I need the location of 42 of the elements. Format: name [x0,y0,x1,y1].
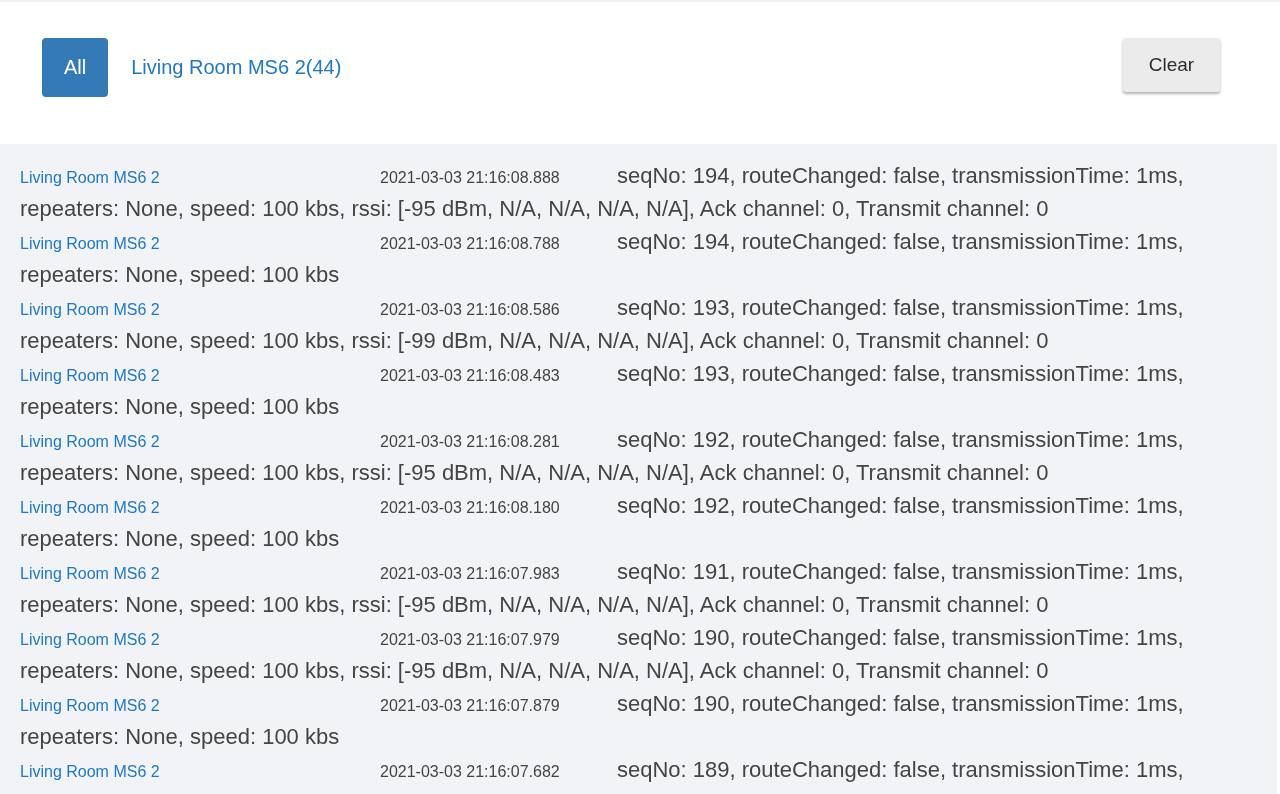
log-message: seqNo: 191, routeChanged: false, transmissionTime: 1ms, [617,559,1184,584]
log-message: repeaters: None, speed: 100 kbs, rssi: [-95 dBm, N/A, N/A, N/A, N/A], Ack channel: 0, Transmit channel: 0 [20,196,1049,221]
log-message: seqNo: 194, routeChanged: false, transmissionTime: 1ms, [617,229,1184,254]
timestamp: 2021-03-03 21:16:07.682 [380,763,560,780]
clear-button[interactable]: Clear [1123,38,1220,92]
log-message: repeaters: None, speed: 100 kbs [20,526,340,551]
log-message: seqNo: 192, routeChanged: false, transmissionTime: 1ms, [617,427,1184,452]
log-message: seqNo: 194, routeChanged: false, transmissionTime: 1ms, [617,163,1184,188]
timestamp: 2021-03-03 21:16:07.983 [380,565,560,582]
log-message: seqNo: 192, routeChanged: false, transmissionTime: 1ms, [617,493,1184,518]
log-message: seqNo: 193, routeChanged: false, transmissionTime: 1ms, [617,361,1184,386]
device-link[interactable]: Living Room MS6 2 [20,169,160,186]
timestamp: 2021-03-03 21:16:08.180 [380,499,560,516]
timestamp: 2021-03-03 21:16:08.788 [380,235,560,252]
log-message: repeaters: None, speed: 100 kbs, rssi: [-95 dBm, N/A, N/A, N/A, N/A], Ack channel: 0, Transmit channel: 0 [20,658,1049,683]
timestamp: 2021-03-03 21:16:08.888 [380,169,560,186]
device-link[interactable]: Living Room MS6 2 [20,433,160,450]
log-message: repeaters: None, speed: 100 kbs [20,724,340,749]
log-message: seqNo: 190, routeChanged: false, transmissionTime: 1ms, [617,691,1184,716]
filter-tab[interactable]: Living Room MS6 2(44) [120,37,353,97]
timestamp: 2021-03-03 21:16:07.979 [380,631,560,648]
timestamp: 2021-03-03 21:16:07.879 [380,697,560,714]
device-link[interactable]: Living Room MS6 2 [20,367,160,384]
timestamp: 2021-03-03 21:16:08.281 [380,433,560,450]
log-message: repeaters: None, speed: 100 kbs [20,262,340,287]
device-link[interactable]: Living Room MS6 2 [20,631,160,648]
device-link[interactable]: Living Room MS6 2 [20,499,160,516]
log-message: seqNo: 193, routeChanged: false, transmissionTime: 1ms, [617,295,1184,320]
timestamp: 2021-03-03 21:16:08.586 [380,301,560,318]
device-link[interactable]: Living Room MS6 2 [20,565,160,582]
device-link[interactable]: Living Room MS6 2 [20,697,160,714]
log-message: repeaters: None, speed: 100 kbs, rssi: [-99 dBm, N/A, N/A, N/A, N/A], Ack channel: 0, Transmit channel: 0 [20,328,1049,353]
log-message: seqNo: 190, routeChanged: false, transmissionTime: 1ms, [617,625,1184,650]
log-message: repeaters: None, speed: 100 kbs [20,394,340,419]
log-message: seqNo: 189, routeChanged: false, transmissionTime: 1ms, [617,757,1184,782]
device-link[interactable]: Living Room MS6 2 [20,763,160,780]
log-message: repeaters: None, speed: 100 kbs, rssi: [-95 dBm, N/A, N/A, N/A, N/A], Ack channel: 0, Transmit channel: 0 [20,592,1049,617]
device-link[interactable]: Living Room MS6 2 [20,301,160,318]
device-link[interactable]: Living Room MS6 2 [20,235,160,252]
log-message: repeaters: None, speed: 100 kbs, rssi: [-95 dBm, N/A, N/A, N/A, N/A], Ack channel: 0, Transmit channel: 0 [20,460,1049,485]
filter-tab[interactable]: All [42,37,109,97]
timestamp: 2021-03-03 21:16:08.483 [380,367,560,384]
